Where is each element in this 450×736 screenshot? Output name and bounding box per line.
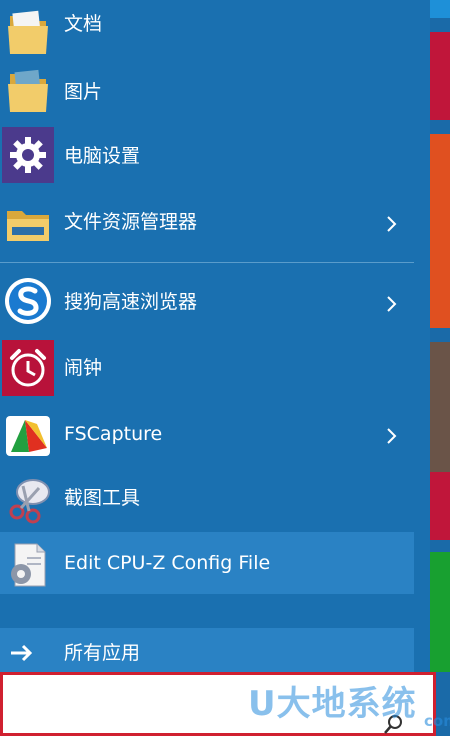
menu-item-label: FSCapture [64, 423, 163, 445]
file-explorer-icon [2, 195, 54, 251]
menu-item-label: 搜狗高速浏览器 [64, 291, 198, 313]
folder-documents-icon [2, 5, 54, 61]
menu-item-label: 截图工具 [64, 487, 141, 509]
menu-item-pictures[interactable]: 图片 [0, 58, 414, 124]
all-apps-label: 所有应用 [64, 642, 141, 664]
menu-item-cpu-z-config[interactable]: Edit CPU-Z Config File [0, 532, 414, 594]
chevron-right-icon[interactable] [384, 294, 400, 314]
menu-item-file-explorer[interactable]: 文件资源管理器 [0, 190, 414, 256]
tile[interactable] [430, 0, 450, 18]
live-tiles-strip [430, 0, 450, 736]
menu-item-documents[interactable]: 文档 [0, 0, 414, 66]
divider [0, 262, 414, 263]
tile[interactable] [430, 472, 450, 540]
menu-item-label: 文档 [64, 13, 103, 35]
chevron-right-icon[interactable] [384, 214, 400, 234]
tile[interactable] [430, 342, 450, 472]
search-box[interactable] [0, 672, 436, 736]
snipping-tool-icon [2, 471, 54, 527]
search-input[interactable] [9, 685, 379, 729]
all-apps-button[interactable]: 所有应用 [0, 628, 414, 678]
start-menu: 文档 图片 电脑设置 文件资源管理器 搜狗高速浏览器 闹钟 FSCapture … [0, 0, 430, 736]
sogou-browser-icon [2, 273, 54, 329]
chevron-right-icon[interactable] [384, 426, 400, 446]
menu-item-label: 闹钟 [64, 357, 103, 379]
arrow-right-icon [11, 644, 33, 662]
tile[interactable] [430, 134, 450, 328]
menu-item-label: 文件资源管理器 [64, 211, 198, 233]
menu-item-label: 电脑设置 [64, 145, 141, 167]
config-file-icon [2, 537, 54, 593]
menu-item-snipping-tool[interactable]: 截图工具 [0, 466, 414, 532]
alarm-clock-icon [2, 340, 54, 396]
fscapture-icon [2, 407, 54, 463]
folder-pictures-icon [2, 63, 54, 119]
menu-item-label: 图片 [64, 81, 103, 103]
menu-item-fscapture[interactable]: FSCapture [0, 402, 414, 468]
tile[interactable] [430, 32, 450, 120]
gear-icon [2, 127, 54, 183]
menu-item-alarm-clock[interactable]: 闹钟 [0, 336, 414, 402]
menu-item-sogou-browser[interactable]: 搜狗高速浏览器 [0, 268, 414, 334]
menu-item-pc-settings[interactable]: 电脑设置 [0, 124, 414, 190]
menu-item-label: Edit CPU-Z Config File [64, 552, 271, 574]
search-icon[interactable] [383, 713, 405, 735]
tile[interactable] [430, 552, 450, 672]
